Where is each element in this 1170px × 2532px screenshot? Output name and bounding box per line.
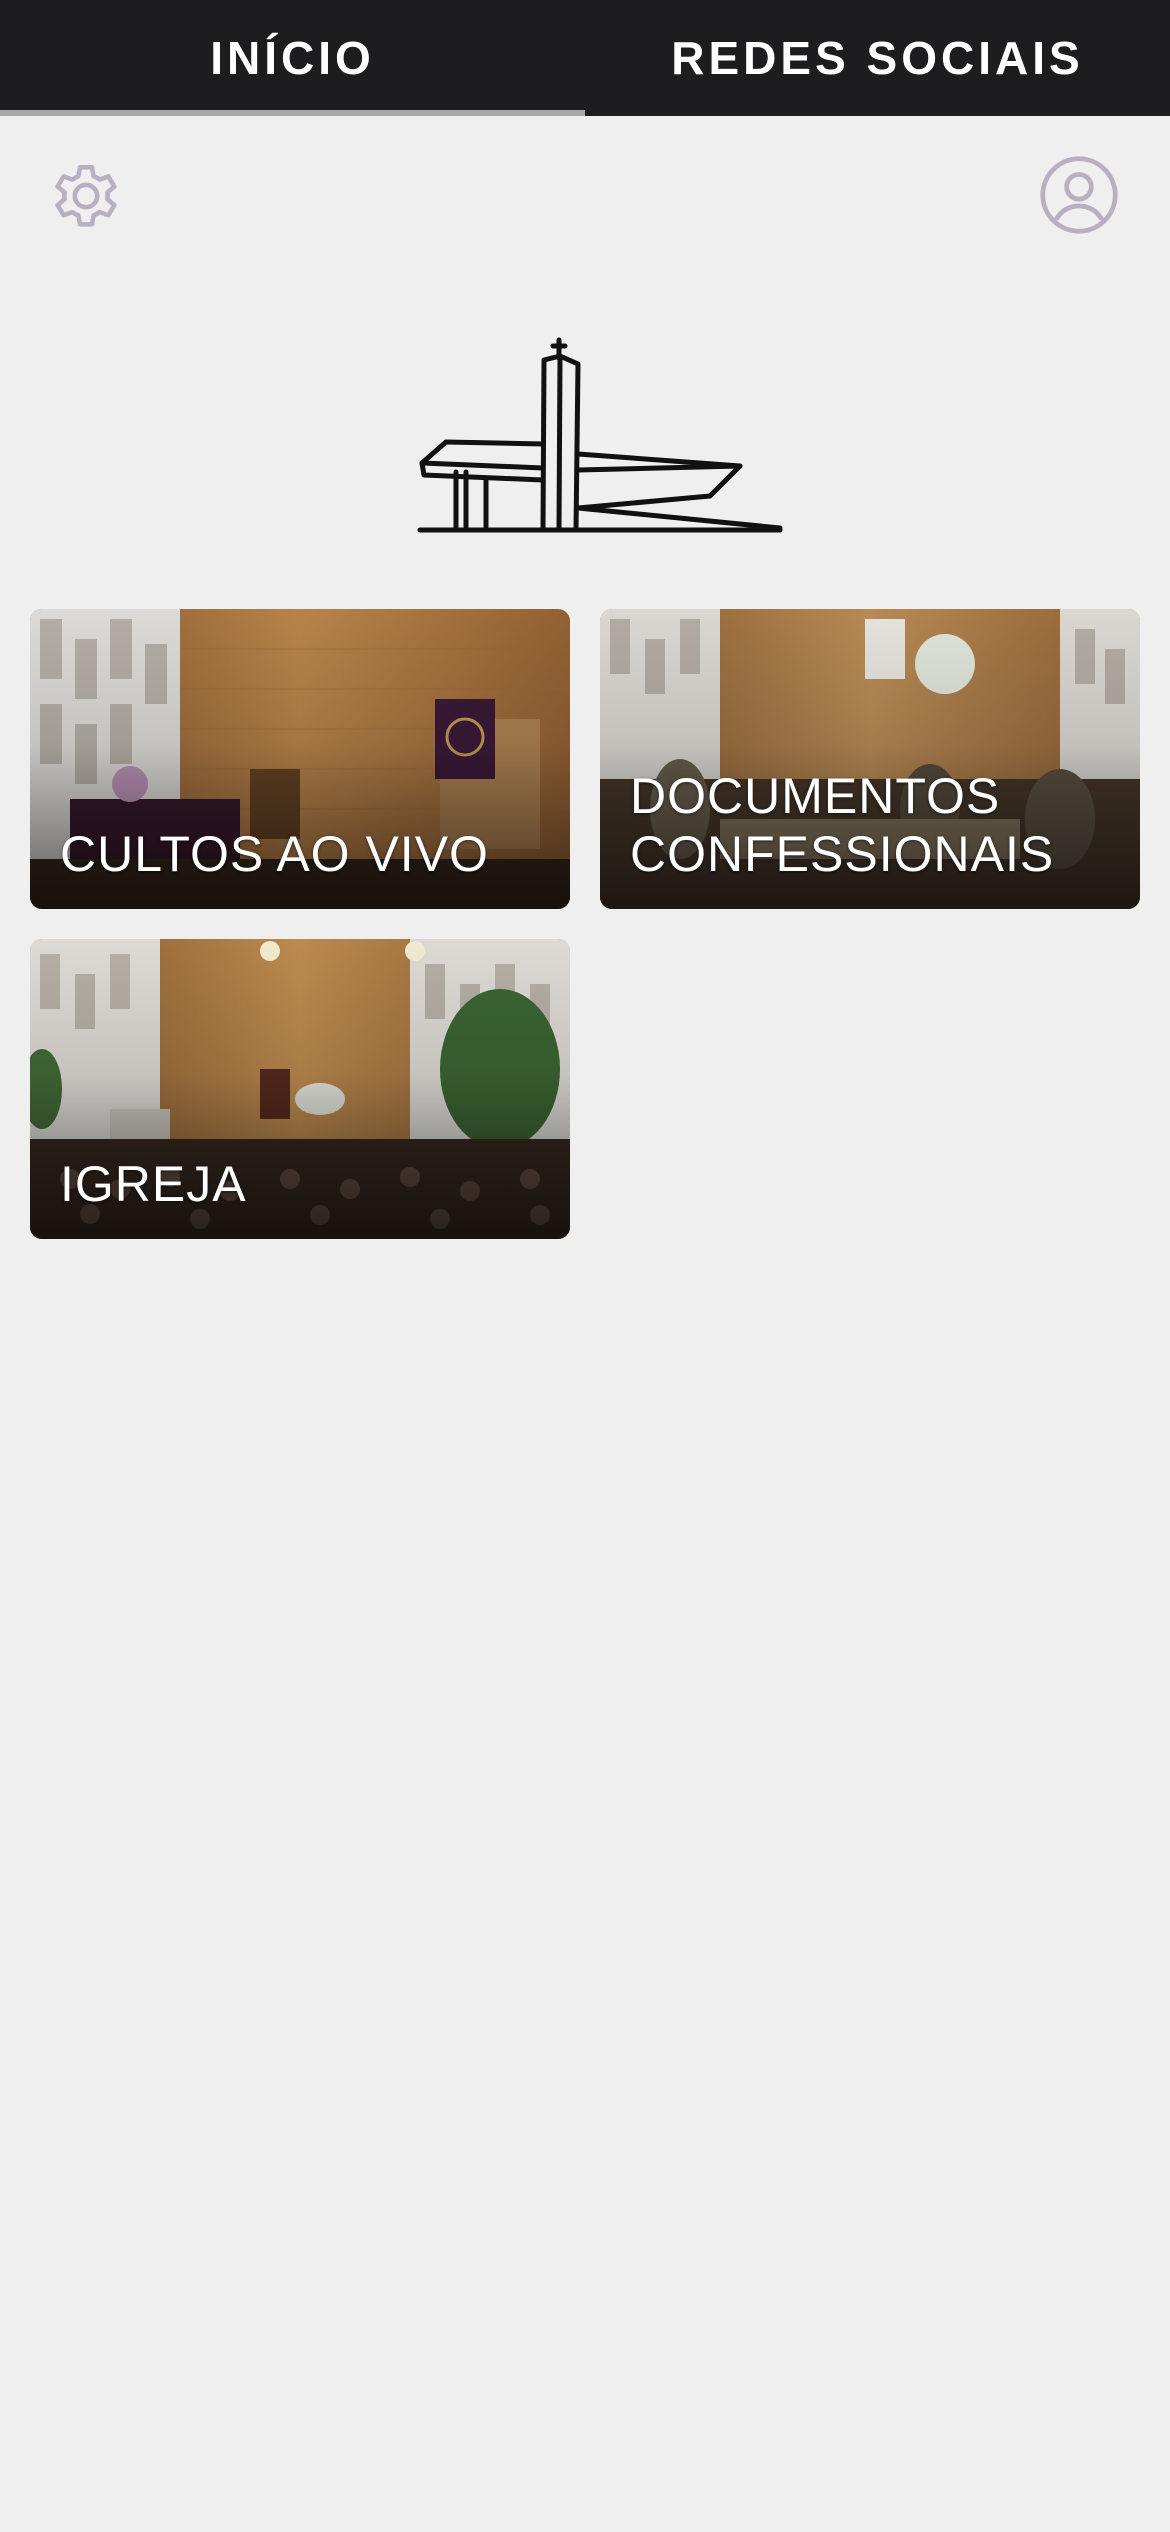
top-tab-bar: INÍCIO REDES SOCIAIS bbox=[0, 0, 1170, 116]
card-igreja[interactable]: IGREJA bbox=[30, 939, 570, 1239]
card-documentos-confessionais[interactable]: DOCUMENTOS CONFESSIONAIS bbox=[600, 609, 1140, 909]
tab-inicio-label: INÍCIO bbox=[210, 32, 375, 84]
church-logo bbox=[410, 330, 790, 540]
active-tab-indicator bbox=[0, 110, 585, 116]
tab-redes-sociais-label: REDES SOCIAIS bbox=[671, 32, 1084, 84]
card-label: IGREJA bbox=[60, 1156, 247, 1212]
profile-button[interactable] bbox=[1038, 154, 1120, 236]
gear-icon bbox=[55, 165, 117, 227]
church-building-logo bbox=[417, 337, 783, 533]
card-label: DOCUMENTOS CONFESSIONAIS bbox=[630, 768, 1055, 882]
card-label: CULTOS AO VIVO bbox=[60, 826, 489, 882]
tab-redes-sociais[interactable]: REDES SOCIAIS bbox=[585, 0, 1170, 116]
tab-inicio[interactable]: INÍCIO bbox=[0, 0, 585, 116]
settings-button[interactable] bbox=[44, 154, 128, 238]
user-circle-icon bbox=[1040, 156, 1118, 234]
card-cultos-ao-vivo[interactable]: CULTOS AO VIVO bbox=[30, 609, 570, 909]
